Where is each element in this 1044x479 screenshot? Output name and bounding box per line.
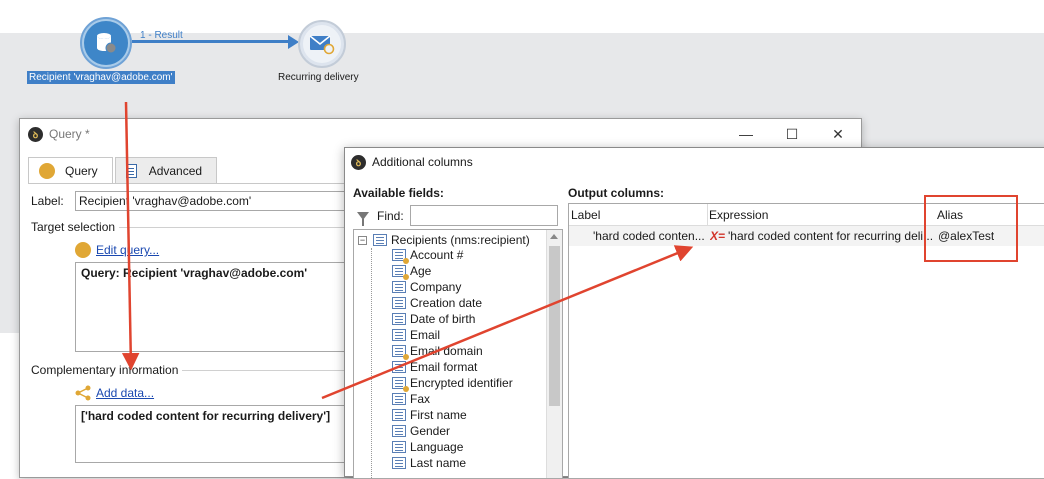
find-label: Find:	[377, 208, 404, 223]
tree-item-last-name[interactable]: Last name	[392, 456, 466, 470]
tree-item-email-domain[interactable]: Email domain	[392, 344, 483, 360]
edit-query-icon	[75, 242, 91, 258]
list-icon	[392, 441, 406, 453]
tab-advanced-label: Advanced	[148, 163, 203, 178]
tree-item-label: Age	[410, 264, 432, 278]
label-field-label: Label:	[31, 194, 64, 208]
edit-query-row: Edit query...	[75, 242, 159, 258]
query-tab-icon	[39, 162, 55, 179]
column-header-label[interactable]: Label	[571, 208, 600, 222]
key-list-icon	[392, 345, 409, 360]
tree-item-label: Language	[410, 440, 464, 454]
complementary-info-title: Complementary information	[31, 363, 183, 377]
tree-item-fax[interactable]: Fax	[392, 392, 430, 406]
expression-icon: X=	[710, 229, 726, 243]
tree-item-language[interactable]: Language	[392, 440, 463, 454]
app-logo-icon: ꝺ	[351, 154, 366, 170]
list-icon	[392, 457, 406, 469]
available-fields-tree: − Recipients (nms:recipient) Account # A…	[353, 229, 563, 479]
document-icon	[125, 163, 137, 178]
tab-advanced[interactable]: Advanced	[114, 157, 218, 184]
list-icon	[392, 297, 406, 309]
recurring-delivery-node[interactable]	[298, 20, 346, 68]
tree-root-recipients[interactable]: − Recipients (nms:recipient)	[358, 233, 530, 247]
maximize-button[interactable]: ☐	[769, 119, 815, 149]
minimize-button[interactable]: —	[723, 119, 769, 149]
tree-item-account[interactable]: Account #	[392, 248, 464, 264]
filter-icon	[357, 211, 369, 226]
tree-item-label: Last name	[410, 456, 467, 470]
tree-item-label: Creation date	[410, 296, 483, 310]
tree-item-age[interactable]: Age	[392, 264, 432, 280]
target-selection-title: Target selection	[31, 220, 120, 234]
list-icon	[392, 281, 406, 293]
delivery-node-label[interactable]: Recurring delivery	[278, 72, 359, 83]
add-data-row: Add data...	[75, 385, 154, 401]
key-list-icon	[392, 377, 409, 392]
email-delivery-icon	[309, 35, 335, 55]
tree-item-date-of-birth[interactable]: Date of birth	[392, 312, 475, 326]
tree-item-label: Company	[410, 280, 462, 294]
row-label-cell: 'hard coded conten...	[593, 229, 705, 243]
label-input[interactable]: Recipient 'vraghav@adobe.com'	[75, 191, 365, 211]
column-separator	[707, 204, 708, 226]
column-header-expression[interactable]: Expression	[709, 208, 768, 222]
tree-item-label: Email domain	[410, 344, 483, 358]
tree-item-creation-date[interactable]: Creation date	[392, 296, 482, 310]
list-icon	[392, 361, 406, 373]
tab-query-label: Query	[65, 163, 98, 178]
list-icon	[392, 313, 406, 325]
target-query-summary: Query: Recipient 'vraghav@adobe.com'	[75, 262, 365, 352]
tree-item-gender[interactable]: Gender	[392, 424, 450, 438]
tree-item-label: Encrypted identifier	[410, 376, 513, 390]
share-icon	[75, 385, 91, 401]
close-button[interactable]: ✕	[815, 119, 861, 149]
transition-label: 1 - Result	[140, 30, 183, 41]
key-list-icon	[392, 249, 409, 264]
tree-item-label: Date of birth	[410, 312, 476, 326]
available-fields-title: Available fields:	[353, 186, 444, 200]
list-icon	[392, 409, 406, 421]
output-columns-title: Output columns:	[568, 186, 664, 200]
window-controls: — ☐ ✕	[723, 119, 861, 149]
tree-root-label: Recipients (nms:recipient)	[391, 233, 530, 247]
query-node-label[interactable]: Recipient 'vraghav@adobe.com'	[27, 71, 175, 84]
database-icon	[97, 33, 117, 54]
tree-item-label: Gender	[410, 424, 451, 438]
list-icon	[373, 234, 387, 246]
tree-scrollbar[interactable]	[546, 230, 562, 478]
additional-columns-titlebar[interactable]: ꝺ Additional columns	[345, 148, 1044, 176]
edit-query-link[interactable]: Edit query...	[96, 243, 159, 257]
list-icon	[392, 425, 406, 437]
tree-item-encrypted-identifier[interactable]: Encrypted identifier	[392, 376, 513, 392]
scroll-thumb[interactable]	[549, 246, 560, 406]
collapse-icon[interactable]: −	[358, 235, 367, 245]
key-list-icon	[392, 265, 409, 280]
tree-item-company[interactable]: Company	[392, 280, 461, 294]
complementary-data-summary: ['hard coded content for recurring deliv…	[75, 405, 365, 463]
add-data-link[interactable]: Add data...	[96, 386, 154, 400]
tree-item-label: Fax	[410, 392, 431, 406]
query-tabs: Query Advanced	[28, 157, 219, 184]
tab-query[interactable]: Query	[28, 157, 113, 184]
alias-highlight-box	[924, 195, 1018, 262]
tree-item-label: Email format	[410, 360, 478, 374]
tree-guide-line	[371, 248, 372, 478]
tree-item-label: First name	[410, 408, 467, 422]
window-title: Query *	[49, 127, 90, 141]
list-icon	[392, 329, 406, 341]
app-logo-icon: ꝺ	[28, 126, 43, 142]
tree-item-label: Account #	[410, 248, 464, 262]
tree-item-label: Email	[410, 328, 441, 342]
window-title: Additional columns	[372, 155, 473, 169]
find-input[interactable]	[409, 205, 558, 226]
list-icon	[392, 393, 406, 405]
tree-item-first-name[interactable]: First name	[392, 408, 467, 422]
scroll-up-icon[interactable]	[550, 234, 558, 239]
find-row: Find:	[357, 205, 558, 226]
row-expression-cell: 'hard coded content for recurring deli..…	[728, 229, 934, 243]
tree-item-email-format[interactable]: Email format	[392, 360, 477, 374]
tree-item-email[interactable]: Email	[392, 328, 440, 342]
query-activity-node[interactable]	[80, 17, 132, 69]
